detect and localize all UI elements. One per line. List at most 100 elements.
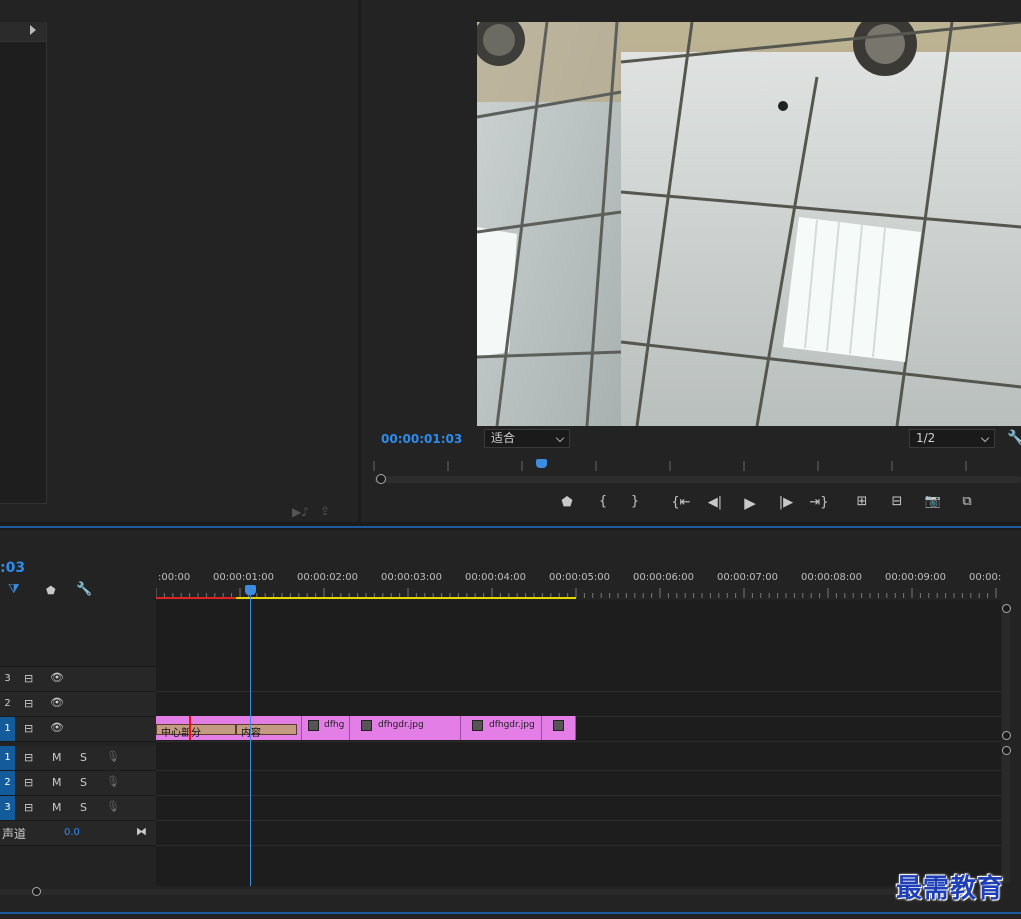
go-to-end-icon[interactable]: ⧓ [136, 825, 147, 838]
panel-divider [0, 526, 1021, 528]
step-forward-icon[interactable]: |▶ [775, 495, 797, 510]
track-number: 3 [0, 796, 15, 820]
marker-icon[interactable]: ⬟ [46, 584, 56, 597]
master-track-header[interactable]: 声道 0.0 ⧓ [0, 821, 156, 846]
timeline-clip[interactable]: dfhgdr.jpg [461, 716, 542, 740]
timeline-clip[interactable]: dfhgdr.jpg [350, 716, 461, 740]
clip-label: dfhg [324, 720, 345, 730]
video-track-3-header[interactable]: 3 ⊟ 👁 [0, 667, 156, 692]
master-track-lane[interactable] [156, 820, 1001, 846]
scroll-handle[interactable] [1002, 731, 1011, 740]
video-tracks-scrollbar[interactable] [1002, 604, 1010, 740]
playback-resolution-dropdown[interactable]: 1/2 [909, 429, 995, 448]
film-icon[interactable]: ⊟ [24, 672, 33, 685]
title-clip[interactable]: 中心部分 [156, 724, 236, 739]
snap-icon[interactable]: ⧩ [8, 582, 20, 597]
program-time-ruler[interactable] [373, 455, 1021, 473]
track-number: 2 [0, 771, 15, 795]
fx-badge-icon [308, 720, 319, 731]
program-zoom-scrollbar[interactable] [374, 476, 1021, 483]
watermark-logo: 最需教育 [896, 874, 1005, 904]
audio-track-3-header[interactable]: 3 ⊟ M S 🎙 [0, 796, 156, 821]
master-track-label: 声道 [2, 827, 27, 841]
video-track-3-lane[interactable] [156, 666, 1001, 692]
go-to-out-icon[interactable]: ⇥} [808, 495, 830, 510]
camera-icon[interactable]: 📷 [922, 494, 944, 509]
lift-icon[interactable]: ⊞ [851, 494, 873, 509]
video-track-1-header[interactable]: 1 ⊟ 👁 [0, 717, 156, 742]
timeline-playhead[interactable] [245, 585, 256, 595]
extract-icon[interactable]: ⊟ [886, 494, 908, 509]
source-panel [0, 0, 358, 522]
timeline-zoom-scrollbar[interactable] [0, 889, 1001, 895]
ruler-label: 00:00:09:00 [885, 572, 947, 583]
audio-track-3-lane[interactable] [156, 795, 1001, 821]
audio-tracks-scrollbar[interactable] [1002, 745, 1010, 883]
export-frame-icon[interactable]: ⇪ [320, 504, 330, 518]
scroll-handle[interactable] [1002, 746, 1011, 755]
microphone-icon[interactable]: 🎙 [106, 775, 120, 788]
eye-icon[interactable]: 👁 [50, 721, 64, 734]
ruler-label: 00:00:02:00 [297, 572, 359, 583]
program-zoom-handle[interactable] [376, 474, 386, 484]
audio-track-2-header[interactable]: 2 ⊟ M S 🎙 [0, 771, 156, 796]
mute-button[interactable]: M [52, 801, 62, 814]
solo-button[interactable]: S [80, 751, 87, 764]
expand-arrow-icon[interactable] [30, 25, 36, 35]
track-number: 1 [0, 717, 15, 741]
wrench-icon[interactable]: 🔧 [1007, 430, 1021, 446]
film-icon[interactable]: ⊟ [24, 722, 33, 735]
source-list[interactable] [0, 22, 47, 504]
fit-dropdown[interactable]: 适合 [484, 429, 570, 448]
track-header-footer [0, 846, 156, 886]
microphone-icon[interactable]: 🎙 [106, 800, 120, 813]
film-icon[interactable]: ⊟ [24, 751, 33, 764]
timeline-playhead-line [250, 590, 251, 886]
timeline-clip[interactable]: dfhg [302, 716, 350, 740]
fx-badge-icon [553, 720, 564, 731]
step-back-icon[interactable]: ◀| [704, 495, 726, 510]
play-icon[interactable]: ▶ [739, 494, 761, 512]
track-number: 2 [4, 698, 11, 709]
mark-out-icon[interactable]: } [624, 494, 646, 509]
bottom-divider [0, 912, 1021, 914]
audio-track-2-lane[interactable] [156, 770, 1001, 796]
solo-button[interactable]: S [80, 776, 87, 789]
timeline-zoom-handle[interactable] [32, 887, 41, 896]
title-clip[interactable]: 内容 [236, 724, 297, 739]
timeline-timecode[interactable]: :03 [0, 560, 25, 576]
solo-button[interactable]: S [80, 801, 87, 814]
program-video-frame [477, 22, 1021, 426]
master-volume-value[interactable]: 0.0 [64, 827, 80, 838]
audio-export-icon[interactable]: ▶♪ [292, 505, 309, 519]
track-number: 1 [0, 746, 15, 770]
program-timecode[interactable]: 00:00:01:03 [381, 432, 462, 446]
title-clip-label: 内容 [241, 728, 261, 739]
microphone-icon[interactable]: 🎙 [106, 750, 120, 763]
wrench-icon[interactable]: 🔧 [76, 582, 92, 597]
add-marker-icon[interactable]: ⬟ [556, 495, 578, 510]
eye-icon[interactable]: 👁 [50, 696, 64, 709]
timeline-clip[interactable] [542, 716, 576, 740]
mark-in-icon[interactable]: { [592, 494, 614, 509]
edit-point-marker [189, 716, 191, 740]
track-number: 3 [4, 673, 11, 684]
film-icon[interactable]: ⊟ [24, 801, 33, 814]
mute-button[interactable]: M [52, 751, 62, 764]
go-to-in-icon[interactable]: {⇤ [670, 495, 692, 510]
video-track-2-lane[interactable] [156, 691, 1001, 717]
mute-button[interactable]: M [52, 776, 62, 789]
audio-track-1-lane[interactable] [156, 745, 1001, 771]
compare-view-icon[interactable]: ⧉ [956, 494, 978, 509]
ruler-label: 00:00:04:00 [465, 572, 527, 583]
scroll-handle[interactable] [1002, 604, 1011, 613]
timeline-ruler[interactable]: :00:00 00:00:01:00 00:00:02:00 00:00:03:… [156, 566, 1001, 600]
video-track-2-header[interactable]: 2 ⊟ 👁 [0, 692, 156, 717]
program-playhead[interactable] [536, 459, 548, 468]
resolution-label: 1/2 [916, 431, 936, 445]
film-icon[interactable]: ⊟ [24, 697, 33, 710]
track-header-spacer [0, 600, 156, 667]
film-icon[interactable]: ⊟ [24, 776, 33, 789]
eye-icon[interactable]: 👁 [50, 671, 64, 684]
audio-track-1-header[interactable]: 1 ⊟ M S 🎙 [0, 746, 156, 771]
